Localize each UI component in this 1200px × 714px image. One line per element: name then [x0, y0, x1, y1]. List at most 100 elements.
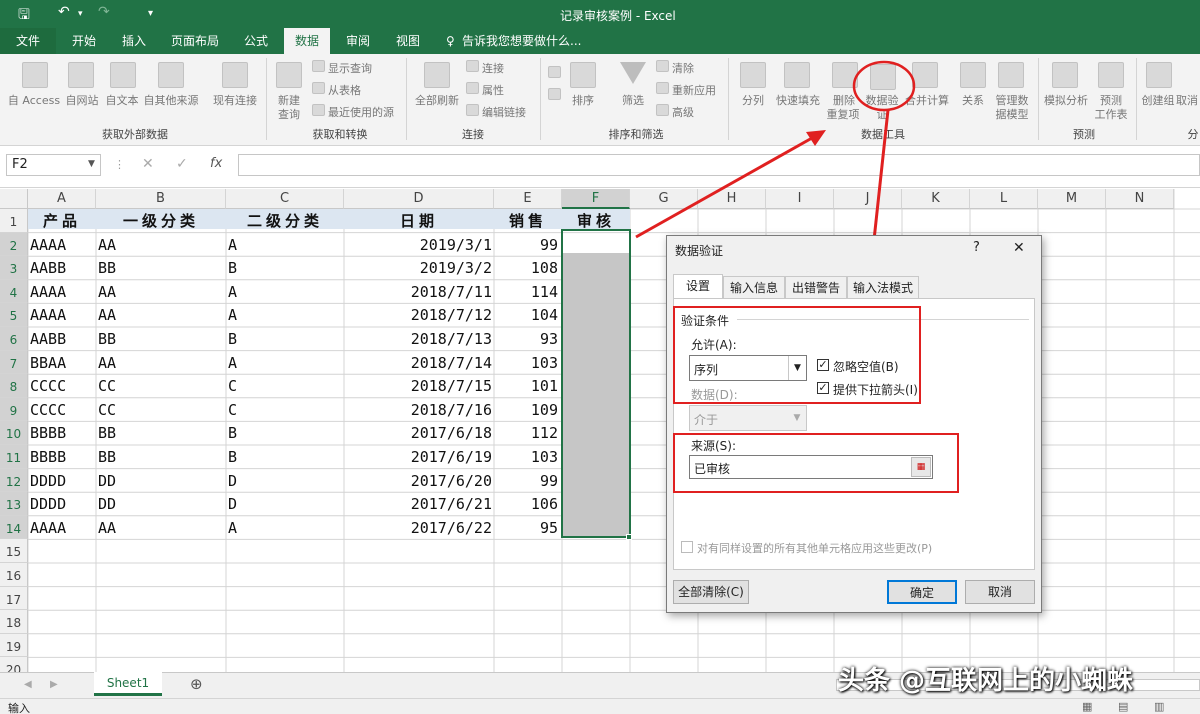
- tell-me-input[interactable]: 告诉我您想要做什么...: [462, 28, 581, 54]
- close-icon[interactable]: ✕: [1013, 240, 1025, 256]
- cell-product[interactable]: DDDD: [30, 472, 94, 490]
- row-header-7[interactable]: 7: [0, 350, 28, 375]
- cell-category-1[interactable]: BB: [98, 259, 224, 277]
- header-sales[interactable]: 销售: [494, 210, 562, 231]
- undo-dropdown-icon[interactable]: ▾: [78, 9, 83, 19]
- cell-date[interactable]: 2017/6/21: [344, 495, 492, 513]
- header-product[interactable]: 产品: [28, 210, 96, 231]
- cell-date[interactable]: 2017/6/22: [344, 519, 492, 537]
- cell-category-2[interactable]: A: [228, 306, 342, 324]
- cell-category-2[interactable]: A: [228, 236, 342, 254]
- cell-product[interactable]: AAAA: [30, 236, 94, 254]
- cell-category-1[interactable]: CC: [98, 401, 224, 419]
- column-header-m[interactable]: M: [1038, 189, 1106, 209]
- cancel-button[interactable]: 取消: [965, 580, 1035, 604]
- formula-input[interactable]: [238, 154, 1200, 176]
- cell-product[interactable]: AABB: [30, 259, 94, 277]
- column-header-e[interactable]: E: [494, 189, 562, 209]
- tab-data[interactable]: 数据: [284, 28, 330, 55]
- cell-date[interactable]: 2018/7/13: [344, 330, 492, 348]
- ungroup-button[interactable]: 取消: [1176, 92, 1200, 108]
- tab-error-alert[interactable]: 出错警告: [785, 276, 847, 298]
- row-header-18[interactable]: 18: [0, 610, 28, 634]
- ignore-blank-label[interactable]: 忽略空值(B): [833, 358, 899, 375]
- dropdown-arrow-checkbox[interactable]: ✓: [817, 382, 829, 394]
- ok-button[interactable]: 确定: [887, 580, 957, 604]
- row-header-8[interactable]: 8: [0, 374, 28, 398]
- column-header-h[interactable]: H: [698, 189, 766, 209]
- row-header-13[interactable]: 13: [0, 492, 28, 516]
- cell-category-2[interactable]: A: [228, 283, 342, 301]
- cell-sales[interactable]: 104: [494, 306, 558, 324]
- column-header-f[interactable]: F: [562, 189, 630, 209]
- column-header-j[interactable]: J: [834, 189, 902, 209]
- column-header-l[interactable]: L: [970, 189, 1038, 209]
- cell-category-1[interactable]: AA: [98, 354, 224, 372]
- from-text-button[interactable]: 自文本: [102, 92, 142, 108]
- cell-category-1[interactable]: AA: [98, 519, 224, 537]
- cell-category-2[interactable]: B: [228, 330, 342, 348]
- cancel-icon[interactable]: ✕: [142, 156, 154, 172]
- cell-sales[interactable]: 95: [494, 519, 558, 537]
- tab-review[interactable]: 审阅: [336, 28, 380, 54]
- cell-category-2[interactable]: A: [228, 354, 342, 372]
- row-header-3[interactable]: 3: [0, 256, 28, 280]
- column-header-g[interactable]: G: [630, 189, 698, 209]
- relationships-button[interactable]: 关系: [956, 92, 990, 108]
- cell-category-2[interactable]: A: [228, 519, 342, 537]
- refresh-all-button[interactable]: 全部刷新: [410, 92, 464, 108]
- help-icon[interactable]: ?: [973, 240, 980, 255]
- customize-quick-access-icon[interactable]: ▾: [148, 8, 153, 19]
- cell-product[interactable]: BBBB: [30, 424, 94, 442]
- cell-product[interactable]: AAAA: [30, 306, 94, 324]
- header-category-1[interactable]: 一级分类: [96, 210, 226, 231]
- tab-formulas[interactable]: 公式: [234, 28, 278, 54]
- cell-date[interactable]: 2018/7/12: [344, 306, 492, 324]
- source-input[interactable]: 已审核 ▦: [689, 455, 933, 479]
- row-header-2[interactable]: 2: [0, 232, 28, 257]
- cell-sales[interactable]: 106: [494, 495, 558, 513]
- cell-category-2[interactable]: B: [228, 424, 342, 442]
- sort-az-icon[interactable]: [548, 66, 561, 78]
- insert-function-icon[interactable]: fx: [210, 156, 222, 171]
- tab-page-layout[interactable]: 页面布局: [164, 28, 226, 54]
- row-header-1[interactable]: 1: [0, 209, 28, 233]
- cell-category-2[interactable]: B: [228, 448, 342, 466]
- row-header-6[interactable]: 6: [0, 327, 28, 351]
- column-header-n[interactable]: N: [1106, 189, 1174, 209]
- edit-links-button[interactable]: 编辑链接: [482, 104, 526, 120]
- cell-category-1[interactable]: BB: [98, 448, 224, 466]
- row-header-10[interactable]: 10: [0, 421, 28, 445]
- from-other-sources-button[interactable]: 自其他来源: [142, 92, 200, 108]
- cell-sales[interactable]: 101: [494, 377, 558, 395]
- undo-icon[interactable]: ↶: [58, 4, 70, 20]
- tab-ime-mode[interactable]: 输入法模式: [847, 276, 919, 298]
- row-header-15[interactable]: 15: [0, 539, 28, 563]
- cell-date[interactable]: 2017/6/20: [344, 472, 492, 490]
- row-header-11[interactable]: 11: [0, 445, 28, 469]
- row-header-14[interactable]: 14: [0, 515, 28, 540]
- cell-product[interactable]: CCCC: [30, 377, 94, 395]
- clear-all-button[interactable]: 全部清除(C): [673, 580, 749, 604]
- text-to-columns-button[interactable]: 分列: [736, 92, 770, 108]
- name-box-dropdown-icon[interactable]: ▼: [88, 159, 95, 169]
- cell-product[interactable]: DDDD: [30, 495, 94, 513]
- add-sheet-icon[interactable]: ⊕: [190, 675, 203, 693]
- cell-date[interactable]: 2017/6/18: [344, 424, 492, 442]
- cell-category-2[interactable]: C: [228, 401, 342, 419]
- cell-date[interactable]: 2018/7/14: [344, 354, 492, 372]
- ignore-blank-checkbox[interactable]: ✓: [817, 359, 829, 371]
- cell-product[interactable]: AAAA: [30, 519, 94, 537]
- row-header-4[interactable]: 4: [0, 279, 28, 304]
- filter-button[interactable]: 筛选: [614, 92, 652, 108]
- reapply-button[interactable]: 重新应用: [672, 82, 716, 98]
- from-web-button[interactable]: 自网站: [62, 92, 102, 108]
- cell-category-1[interactable]: BB: [98, 424, 224, 442]
- what-if-analysis-button[interactable]: 模拟分析: [1040, 92, 1092, 108]
- cell-sales[interactable]: 112: [494, 424, 558, 442]
- column-header-k[interactable]: K: [902, 189, 970, 209]
- name-box[interactable]: F2: [6, 154, 101, 176]
- advanced-button[interactable]: 高级: [672, 104, 694, 120]
- cell-category-2[interactable]: D: [228, 495, 342, 513]
- tab-insert[interactable]: 插入: [112, 28, 156, 54]
